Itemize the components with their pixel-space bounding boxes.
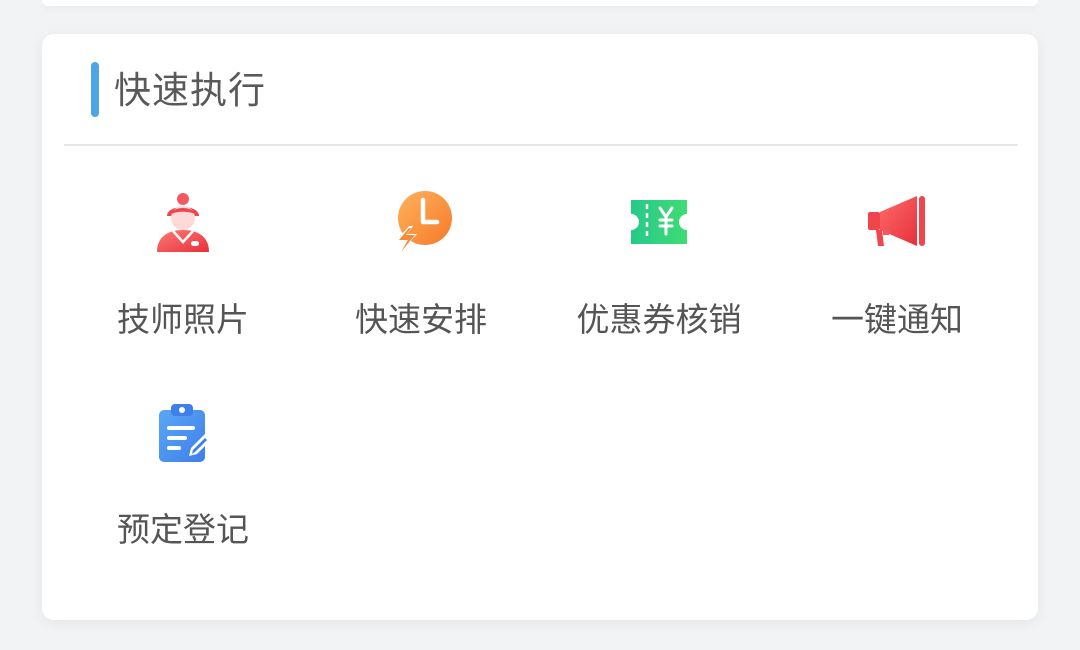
- action-quick-arrange[interactable]: 快速安排: [302, 174, 540, 374]
- action-reservation-register[interactable]: 预定登记: [64, 384, 302, 584]
- action-label: 优惠券核销: [576, 300, 742, 339]
- section-title: 快速执行: [114, 69, 266, 112]
- header-divider: [64, 144, 1018, 146]
- action-coupon-verify[interactable]: 优惠券核销: [540, 174, 778, 374]
- action-one-click-notify[interactable]: 一键通知: [778, 174, 1016, 374]
- action-label: 快速安排: [355, 300, 487, 339]
- technician-icon: [151, 190, 215, 254]
- action-label: 技师照片: [117, 300, 249, 339]
- card-header: 快速执行: [42, 34, 1038, 146]
- megaphone-icon: [865, 190, 929, 254]
- action-label: 预定登记: [117, 510, 249, 549]
- title-accent-bar: [91, 62, 99, 117]
- previous-card-edge: [42, 0, 1038, 6]
- clock-lightning-icon: [389, 190, 453, 254]
- action-technician-photo[interactable]: 技师照片: [64, 174, 302, 374]
- action-label: 一键通知: [831, 300, 963, 339]
- coupon-icon: [627, 190, 691, 254]
- quick-actions-card: 快速执行 技师照片 快速安排 优惠券核销 一键通知 预定登记: [42, 34, 1038, 620]
- clipboard-icon: [151, 400, 215, 464]
